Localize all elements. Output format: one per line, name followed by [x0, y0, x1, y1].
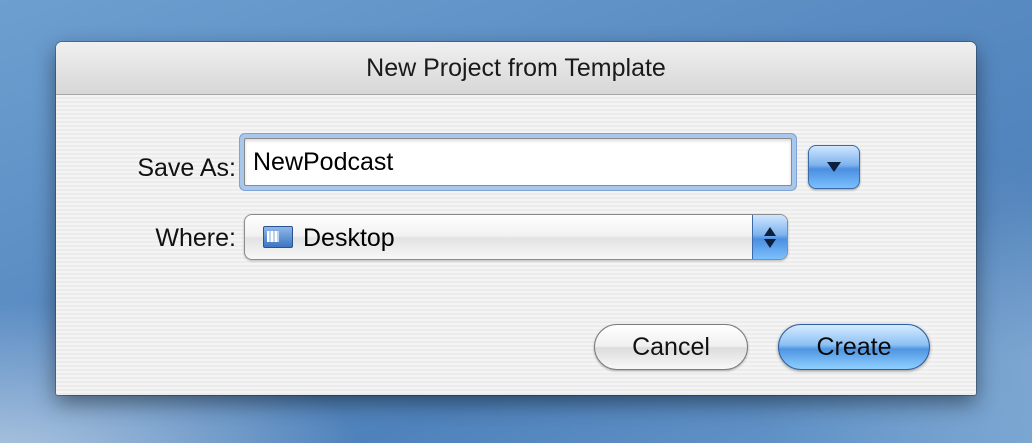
where-popup[interactable]: Desktop [244, 214, 788, 260]
new-project-dialog: New Project from Template Save As: NewPo… [56, 42, 976, 395]
desktop-folder-icon [263, 226, 293, 248]
cancel-button[interactable]: Cancel [594, 324, 748, 370]
save-as-field[interactable]: NewPodcast [244, 138, 792, 186]
popup-arrows-icon [752, 215, 787, 259]
dialog-title: New Project from Template [366, 53, 666, 82]
save-as-value: NewPodcast [253, 147, 394, 176]
save-as-label: Save As: [137, 154, 236, 182]
create-button[interactable]: Create [778, 324, 930, 370]
where-value: Desktop [303, 224, 395, 252]
dialog-titlebar: New Project from Template [56, 42, 976, 95]
where-label: Where: [155, 224, 236, 252]
chevron-down-icon [827, 162, 841, 172]
expand-browser-button[interactable] [808, 145, 860, 189]
